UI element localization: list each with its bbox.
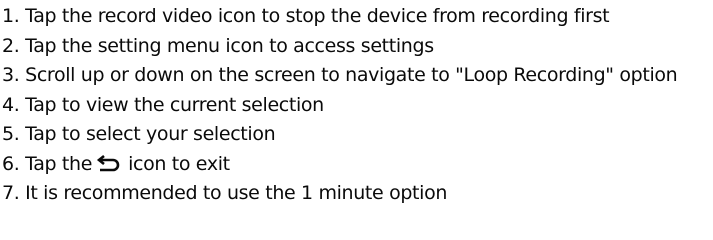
back-arrow-icon [96, 154, 122, 172]
step-7: 7. It is recommended to use the 1 minute… [2, 182, 448, 204]
step-2: 2. Tap the setting menu icon to access s… [2, 34, 434, 57]
step-3: 3. Scroll up or down on the screen to na… [2, 64, 678, 86]
step-6: 6. Tap the icon to exit [2, 150, 707, 180]
step-4: 4. Tap to view the current selection [2, 93, 324, 116]
step-1: 1. Tap the record video icon to stop the… [2, 5, 610, 27]
step-5: 5. Tap to select your selection [2, 123, 276, 145]
instructions-list: 1. Tap the record video icon to stop the… [2, 2, 707, 209]
step-6-text-before: 6. Tap the [2, 152, 93, 175]
step-6-text-after: icon to exit [128, 152, 230, 175]
